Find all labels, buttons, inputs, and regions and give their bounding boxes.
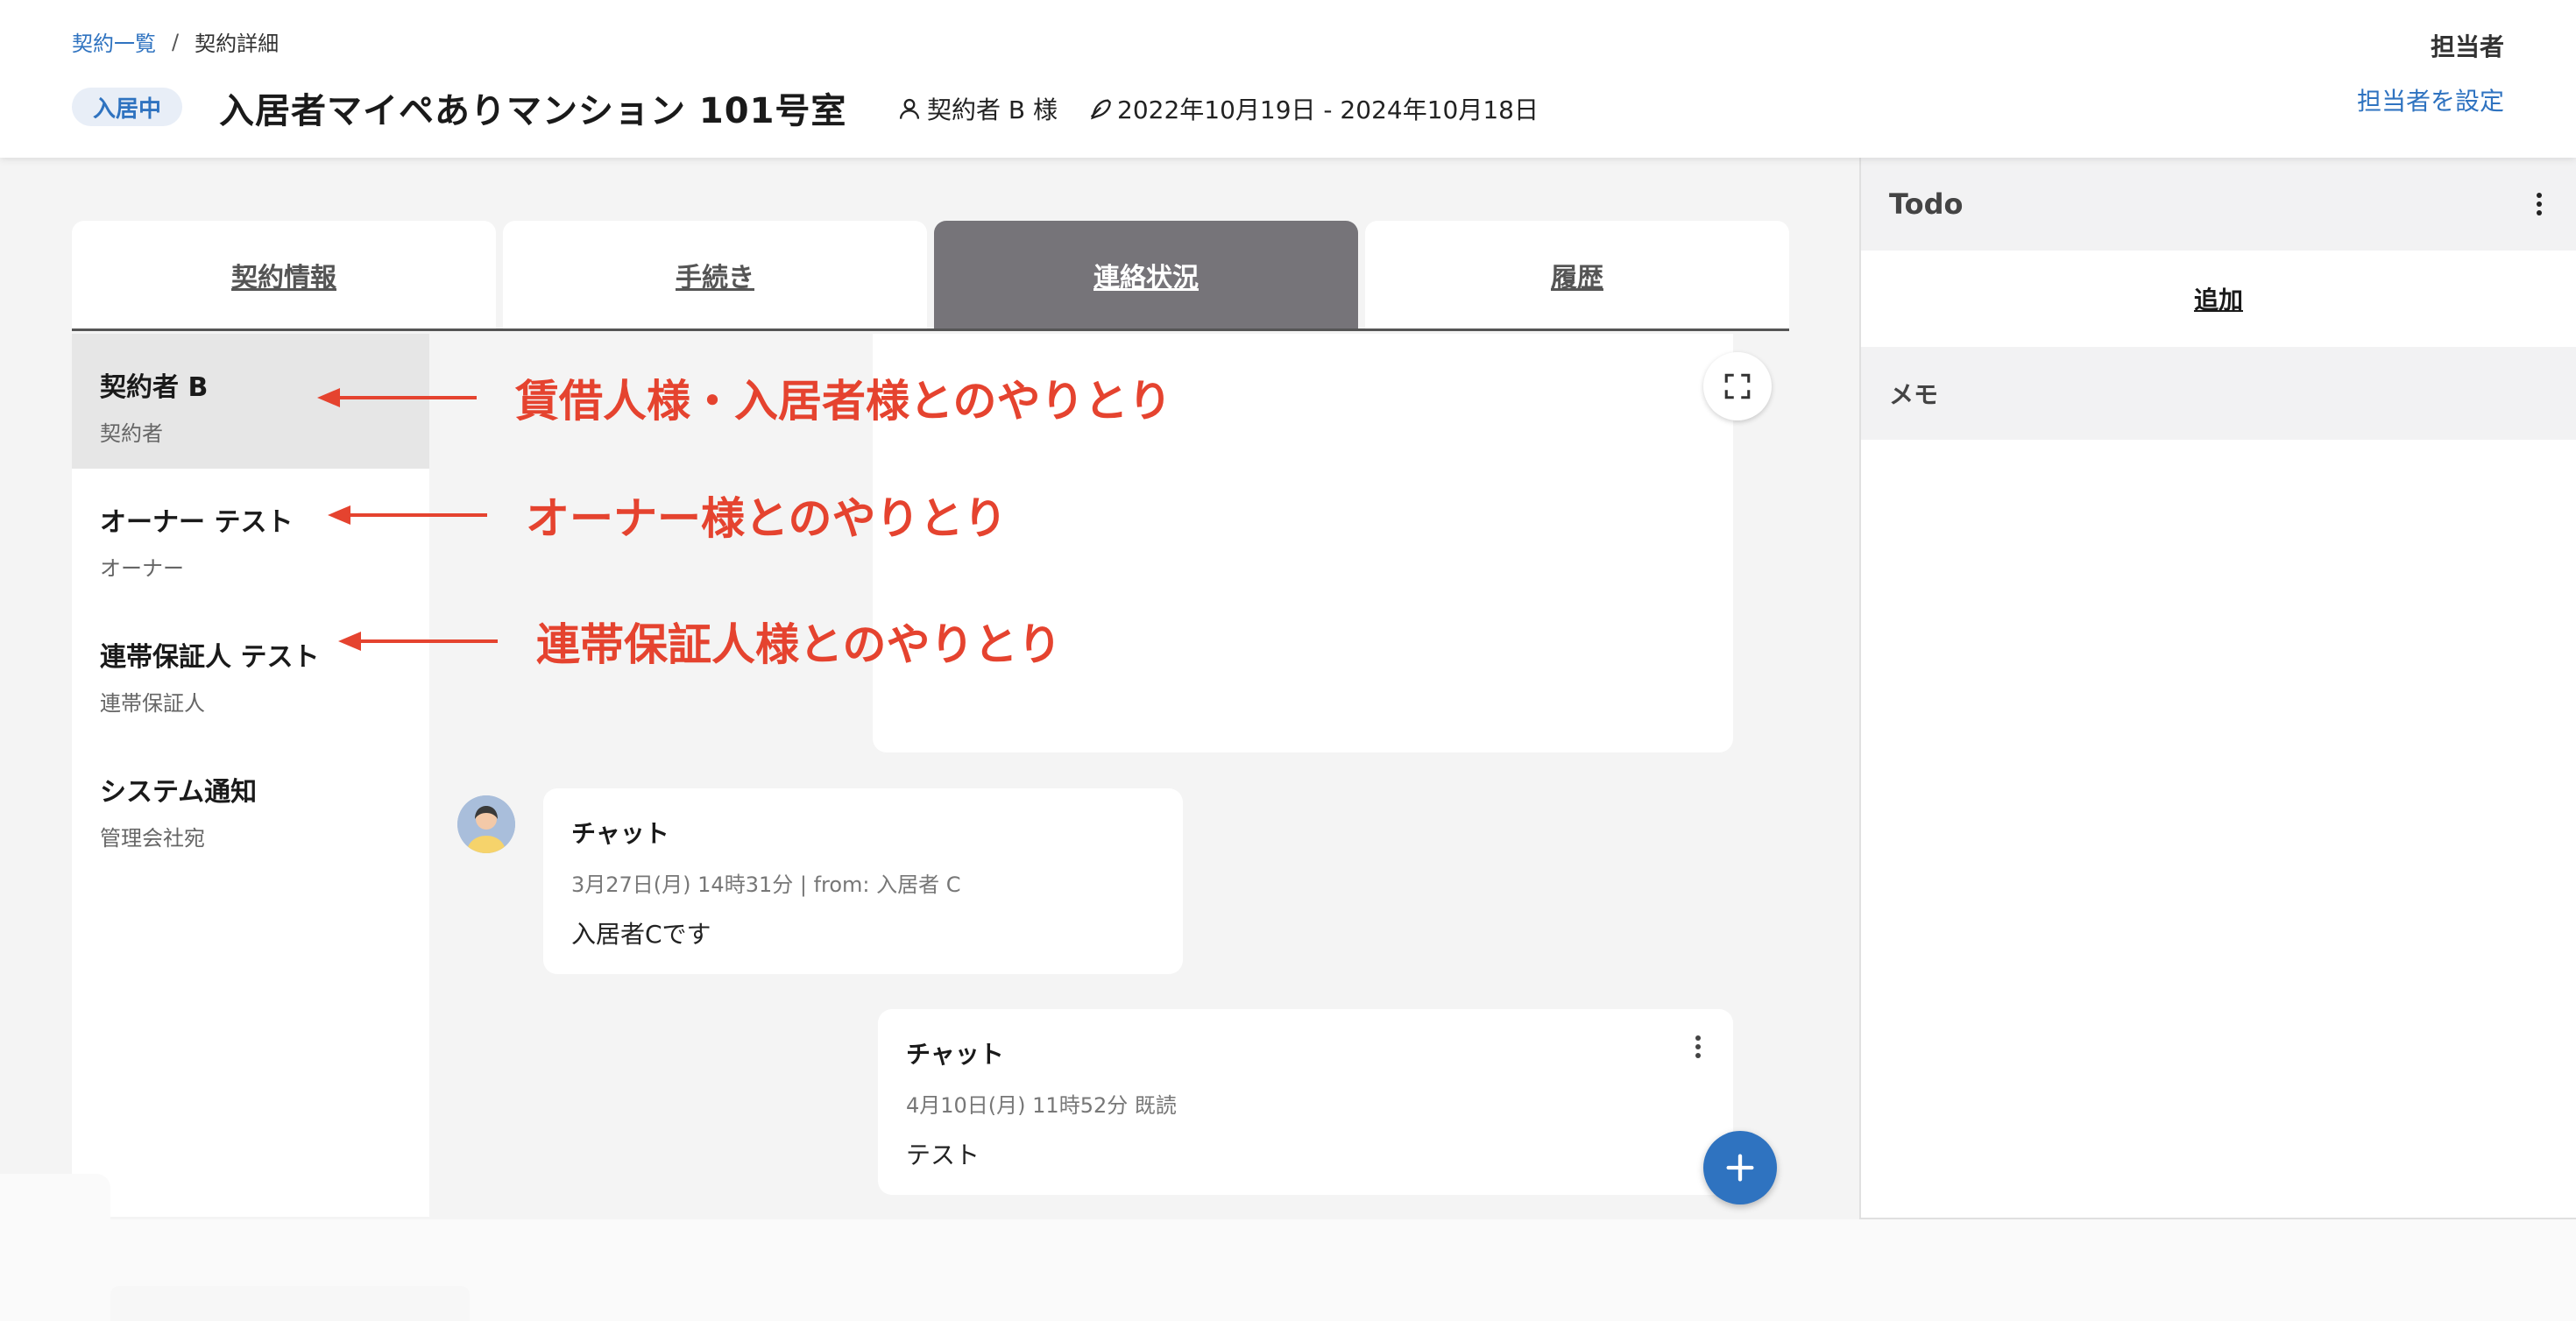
arrow-left-icon — [338, 632, 498, 651]
expand-icon — [1724, 373, 1751, 399]
avatar — [457, 795, 515, 853]
contractor-name: 契約者 B 様 — [927, 95, 1058, 124]
chat-message-sent: チャット 4月10日(月) 11時52分 既読 テスト — [878, 1009, 1733, 1195]
contact-item-system[interactable]: システム通知 管理会社宛 — [72, 738, 429, 873]
chat-body: テスト — [906, 1141, 980, 1169]
kebab-menu-icon[interactable] — [2530, 189, 2548, 219]
page-header: 契約一覧 / 契約詳細 入居中 入居者マイペありマンション 101号室 契約者 … — [0, 0, 2576, 158]
breadcrumb-current: 契約詳細 — [195, 32, 280, 56]
contract-period: 2022年10月19日 - 2024年10月18日 — [1117, 95, 1539, 124]
chat-meta: 4月10日(月) 11時52分 既読 — [906, 1093, 1177, 1118]
contact-role: オーナー — [100, 556, 184, 581]
annotation-tenant: 賃借人様・入居者様とのやりとり — [317, 366, 1172, 429]
chat-title: チャット — [571, 819, 669, 848]
contact-name: システム通知 — [100, 777, 258, 808]
breadcrumb-link-contracts[interactable]: 契約一覧 — [72, 26, 156, 57]
pen-icon — [1090, 99, 1111, 120]
chat-meta: 3月27日(月) 14時31分 | from: 入居者 C — [571, 872, 961, 897]
memo-header: メモ — [1861, 347, 2576, 440]
right-panel: Todo 追加 メモ — [1859, 158, 2576, 1219]
annotation-text: 連帯保証人様とのやりとり — [536, 619, 1062, 670]
footer-tab — [0, 1174, 110, 1226]
breadcrumb: 契約一覧 / 契約詳細 — [72, 26, 279, 57]
chat-body: 入居者Cです — [571, 920, 711, 949]
plus-icon — [1726, 1154, 1754, 1182]
set-assignee-link[interactable]: 担当者を設定 — [2357, 82, 2504, 117]
tab-contact-status[interactable]: 連絡状況 — [934, 221, 1358, 328]
footer-tab — [110, 1286, 470, 1321]
todo-title: Todo — [1889, 187, 1964, 221]
contact-role: 連帯保証人 — [100, 691, 205, 716]
add-message-button[interactable] — [1703, 1131, 1777, 1204]
annotation-text: 賃借人様・入居者様とのやりとり — [515, 376, 1172, 427]
kebab-menu-icon[interactable] — [1689, 1034, 1707, 1060]
annotation-text: オーナー様とのやりとり — [526, 493, 1008, 544]
todo-header: Todo — [1861, 158, 2576, 251]
expand-button[interactable] — [1703, 352, 1772, 420]
chat-title: チャット — [906, 1040, 1004, 1069]
contract-meta: 契約者 B 様 2022年10月19日 - 2024年10月18日 — [897, 91, 1539, 126]
add-todo-button[interactable]: 追加 — [1861, 251, 2576, 347]
assignee-title: 担当者 — [2430, 32, 2504, 61]
breadcrumb-separator: / — [172, 29, 180, 54]
arrow-left-icon — [317, 388, 477, 407]
person-icon — [899, 98, 920, 119]
annotation-guarantor: 連帯保証人様とのやりとり — [338, 610, 1062, 673]
tab-history[interactable]: 履歴 — [1365, 221, 1789, 328]
tab-contract-info[interactable]: 契約情報 — [72, 221, 496, 328]
arrow-left-icon — [328, 505, 487, 525]
tab-bar: 契約情報 手続き 連絡状況 履歴 — [72, 221, 1789, 331]
message-thread[interactable]: チャット 3月27日(月) 14時31分 | from: 入居者 C 入居者Cで… — [429, 334, 1789, 1217]
contact-role: 管理会社宛 — [100, 826, 205, 851]
annotation-owner: オーナー様とのやりとり — [328, 484, 1008, 547]
page-title: 入居者マイペありマンション 101号室 — [219, 91, 847, 131]
chat-message-received: チャット 3月27日(月) 14時31分 | from: 入居者 C 入居者Cで… — [543, 788, 1183, 974]
contact-list: 契約者 B 契約者 オーナー テスト オーナー 連帯保証人 テスト 連帯保証人 … — [72, 334, 429, 1217]
status-badge: 入居中 — [72, 88, 183, 126]
tab-procedures[interactable]: 手続き — [503, 221, 927, 328]
